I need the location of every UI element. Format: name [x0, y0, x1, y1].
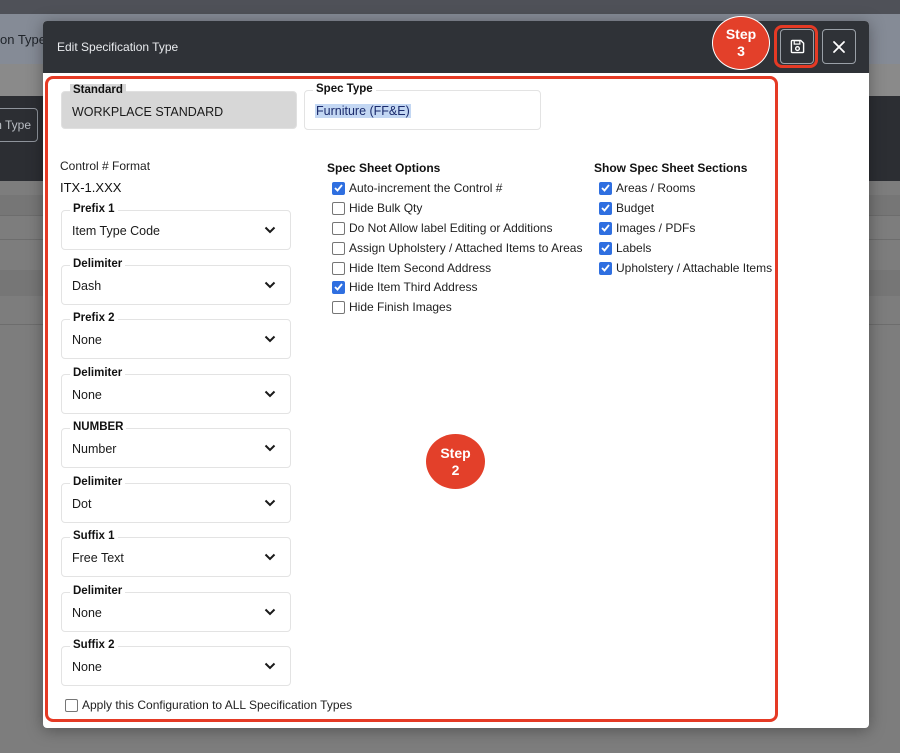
app-band-title: on Type [0, 32, 47, 47]
step-badge-word: Step [725, 26, 757, 42]
step-3-highlight-frame [774, 25, 818, 68]
step-badge-number: 3 [737, 43, 745, 59]
close-button[interactable] [822, 29, 856, 64]
step-2-badge: Step 2 [426, 434, 485, 489]
step-badge-number: 2 [451, 461, 460, 478]
step-badge-word: Step [440, 444, 471, 461]
step-2-highlight-frame [45, 76, 778, 722]
app-top-bar [0, 0, 900, 14]
app-add-type-button[interactable]: n Type [0, 108, 38, 142]
dialog-title: Edit Specification Type [57, 40, 179, 54]
close-icon [833, 40, 845, 53]
step-3-badge: Step 3 [712, 16, 770, 70]
